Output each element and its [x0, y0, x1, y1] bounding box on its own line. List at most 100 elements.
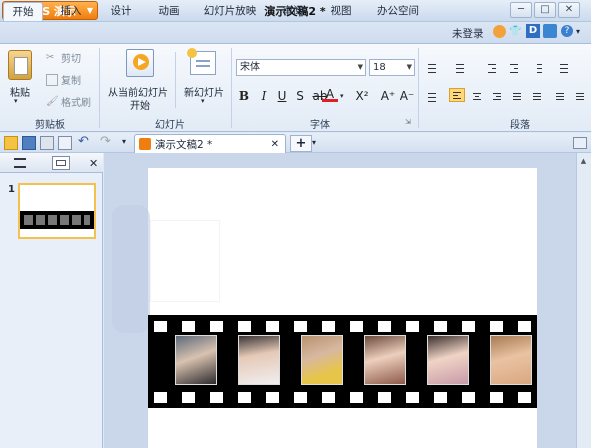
close-tab-icon[interactable]: ✕	[271, 139, 279, 150]
chevron-down-icon: ▼	[406, 63, 412, 71]
format-painter-button[interactable]: 🖌 格式刷	[46, 94, 91, 110]
scroll-up-icon[interactable]: ▲	[578, 157, 589, 168]
font-name-value: 宋体	[240, 62, 260, 73]
new-slide-icon[interactable]	[187, 48, 216, 75]
print-preview-icon[interactable]	[58, 136, 72, 150]
font-color-button[interactable]: A	[322, 86, 338, 102]
undo-icon[interactable]: ↶	[78, 134, 89, 149]
dialog-launcher-icon[interactable]: ⇲	[405, 118, 411, 126]
tab-view[interactable]: 视图	[320, 2, 362, 21]
presentation-doc-icon	[139, 138, 151, 150]
tab-animation[interactable]: 动画	[148, 2, 190, 21]
divider	[175, 52, 176, 108]
outline-tab-icon[interactable]	[14, 158, 26, 168]
font-name-select[interactable]: 宋体 ▼	[236, 59, 366, 76]
paste-button[interactable]: 粘贴	[4, 84, 36, 99]
bold-button[interactable]: B	[236, 88, 252, 104]
shadow-button[interactable]: S	[292, 88, 308, 104]
scissors-icon: ✂	[46, 51, 55, 63]
chevron-down-icon[interactable]: ▾	[576, 27, 580, 36]
blurred-shape	[112, 205, 150, 333]
tab-design[interactable]: 设计	[100, 2, 142, 21]
d-icon[interactable]: D	[526, 24, 540, 38]
underline-button[interactable]: U	[274, 88, 290, 104]
numbering-button[interactable]	[452, 60, 468, 74]
grow-font-button[interactable]: A⁺	[380, 88, 396, 104]
copy-label: 复制	[61, 76, 81, 87]
document-tab-label: 演示文稿2 *	[155, 138, 213, 151]
document-tab[interactable]: 演示文稿2 * ✕	[134, 134, 286, 153]
divider	[99, 48, 100, 128]
align-center-button[interactable]	[469, 89, 485, 103]
italic-button[interactable]: I	[256, 88, 272, 104]
divider	[418, 48, 419, 128]
tab-home[interactable]: 开始	[3, 2, 43, 21]
text-direction-button[interactable]	[556, 60, 572, 74]
print-icon[interactable]	[40, 136, 54, 150]
slides-tab-icon[interactable]	[52, 156, 70, 170]
tab-slideshow[interactable]: 幻灯片放映	[196, 2, 264, 21]
maximize-button[interactable]: □	[534, 2, 556, 18]
columns-button[interactable]	[552, 89, 568, 103]
play-from-current-icon[interactable]	[126, 49, 154, 77]
photo-frame-4	[364, 335, 406, 385]
placeholder-box[interactable]	[150, 220, 220, 302]
decrease-indent-button[interactable]	[484, 60, 500, 74]
align-right-button[interactable]	[489, 89, 505, 103]
copy-icon	[46, 73, 58, 86]
skin-icon[interactable]	[543, 24, 557, 38]
divider	[231, 48, 232, 128]
bullets-button[interactable]	[424, 60, 440, 74]
vertical-scrollbar[interactable]	[576, 153, 591, 448]
font-size-select[interactable]: 18 ▼	[369, 59, 415, 76]
chevron-down-icon[interactable]: ▾	[122, 137, 126, 146]
chevron-down-icon[interactable]: ▾	[201, 97, 205, 105]
photo-frame-5	[427, 335, 469, 385]
align-left-button[interactable]	[449, 88, 465, 102]
group-label-font: 字体	[310, 120, 330, 131]
chevron-down-icon[interactable]: ▾	[340, 92, 344, 100]
photo-frame-2	[238, 335, 280, 385]
redo-icon[interactable]: ↷	[100, 134, 111, 149]
login-status[interactable]: 未登录	[452, 26, 484, 41]
help-icon[interactable]: ?	[561, 25, 573, 37]
open-folder-icon[interactable]	[4, 136, 18, 150]
font-size-value: 18	[373, 62, 386, 73]
slide-thumbnail[interactable]	[18, 183, 96, 239]
close-button[interactable]: ✕	[558, 2, 580, 18]
close-panel-icon[interactable]: ✕	[89, 157, 98, 170]
shrink-font-button[interactable]: A⁻	[399, 88, 415, 104]
paste-icon[interactable]	[8, 50, 32, 80]
format-painter-label: 格式刷	[61, 98, 91, 109]
minimize-button[interactable]: ─	[510, 2, 532, 18]
tab-review[interactable]: 审阅	[272, 2, 314, 21]
tab-office-space[interactable]: 办公空间	[368, 2, 428, 21]
line-spacing-button[interactable]	[530, 60, 546, 74]
tab-insert[interactable]: 插入	[50, 2, 92, 21]
superscript-button[interactable]: X²	[354, 88, 370, 104]
paragraph-settings-button[interactable]	[424, 89, 440, 103]
start-label[interactable]: 开始	[120, 97, 160, 112]
photo-frame-1	[175, 335, 217, 385]
chevron-down-icon[interactable]: ▾	[312, 138, 316, 147]
slide-number: 1	[8, 184, 15, 195]
brush-icon: 🖌	[46, 95, 59, 107]
window-list-icon[interactable]	[573, 137, 587, 149]
save-icon[interactable]	[22, 136, 36, 150]
chevron-down-icon[interactable]: ▾	[14, 97, 18, 105]
photo-frame-6	[490, 335, 532, 385]
increase-indent-button[interactable]	[506, 60, 522, 74]
cut-button[interactable]: ✂ 剪切	[46, 50, 81, 66]
text-align-button[interactable]	[572, 89, 588, 103]
film-strip-image[interactable]	[148, 315, 537, 408]
justify-button[interactable]	[509, 89, 525, 103]
shirt-icon[interactable]: 👕	[509, 25, 522, 38]
user-icon[interactable]	[493, 25, 506, 38]
new-tab-button[interactable]: +	[290, 135, 312, 152]
group-label-paragraph: 段落	[510, 120, 530, 131]
cut-label: 剪切	[61, 54, 81, 65]
group-label-clipboard: 剪贴板	[35, 120, 65, 131]
copy-button[interactable]: 复制	[46, 72, 81, 87]
distributed-align-button[interactable]	[529, 89, 545, 103]
group-label-slides: 幻灯片	[155, 120, 185, 131]
